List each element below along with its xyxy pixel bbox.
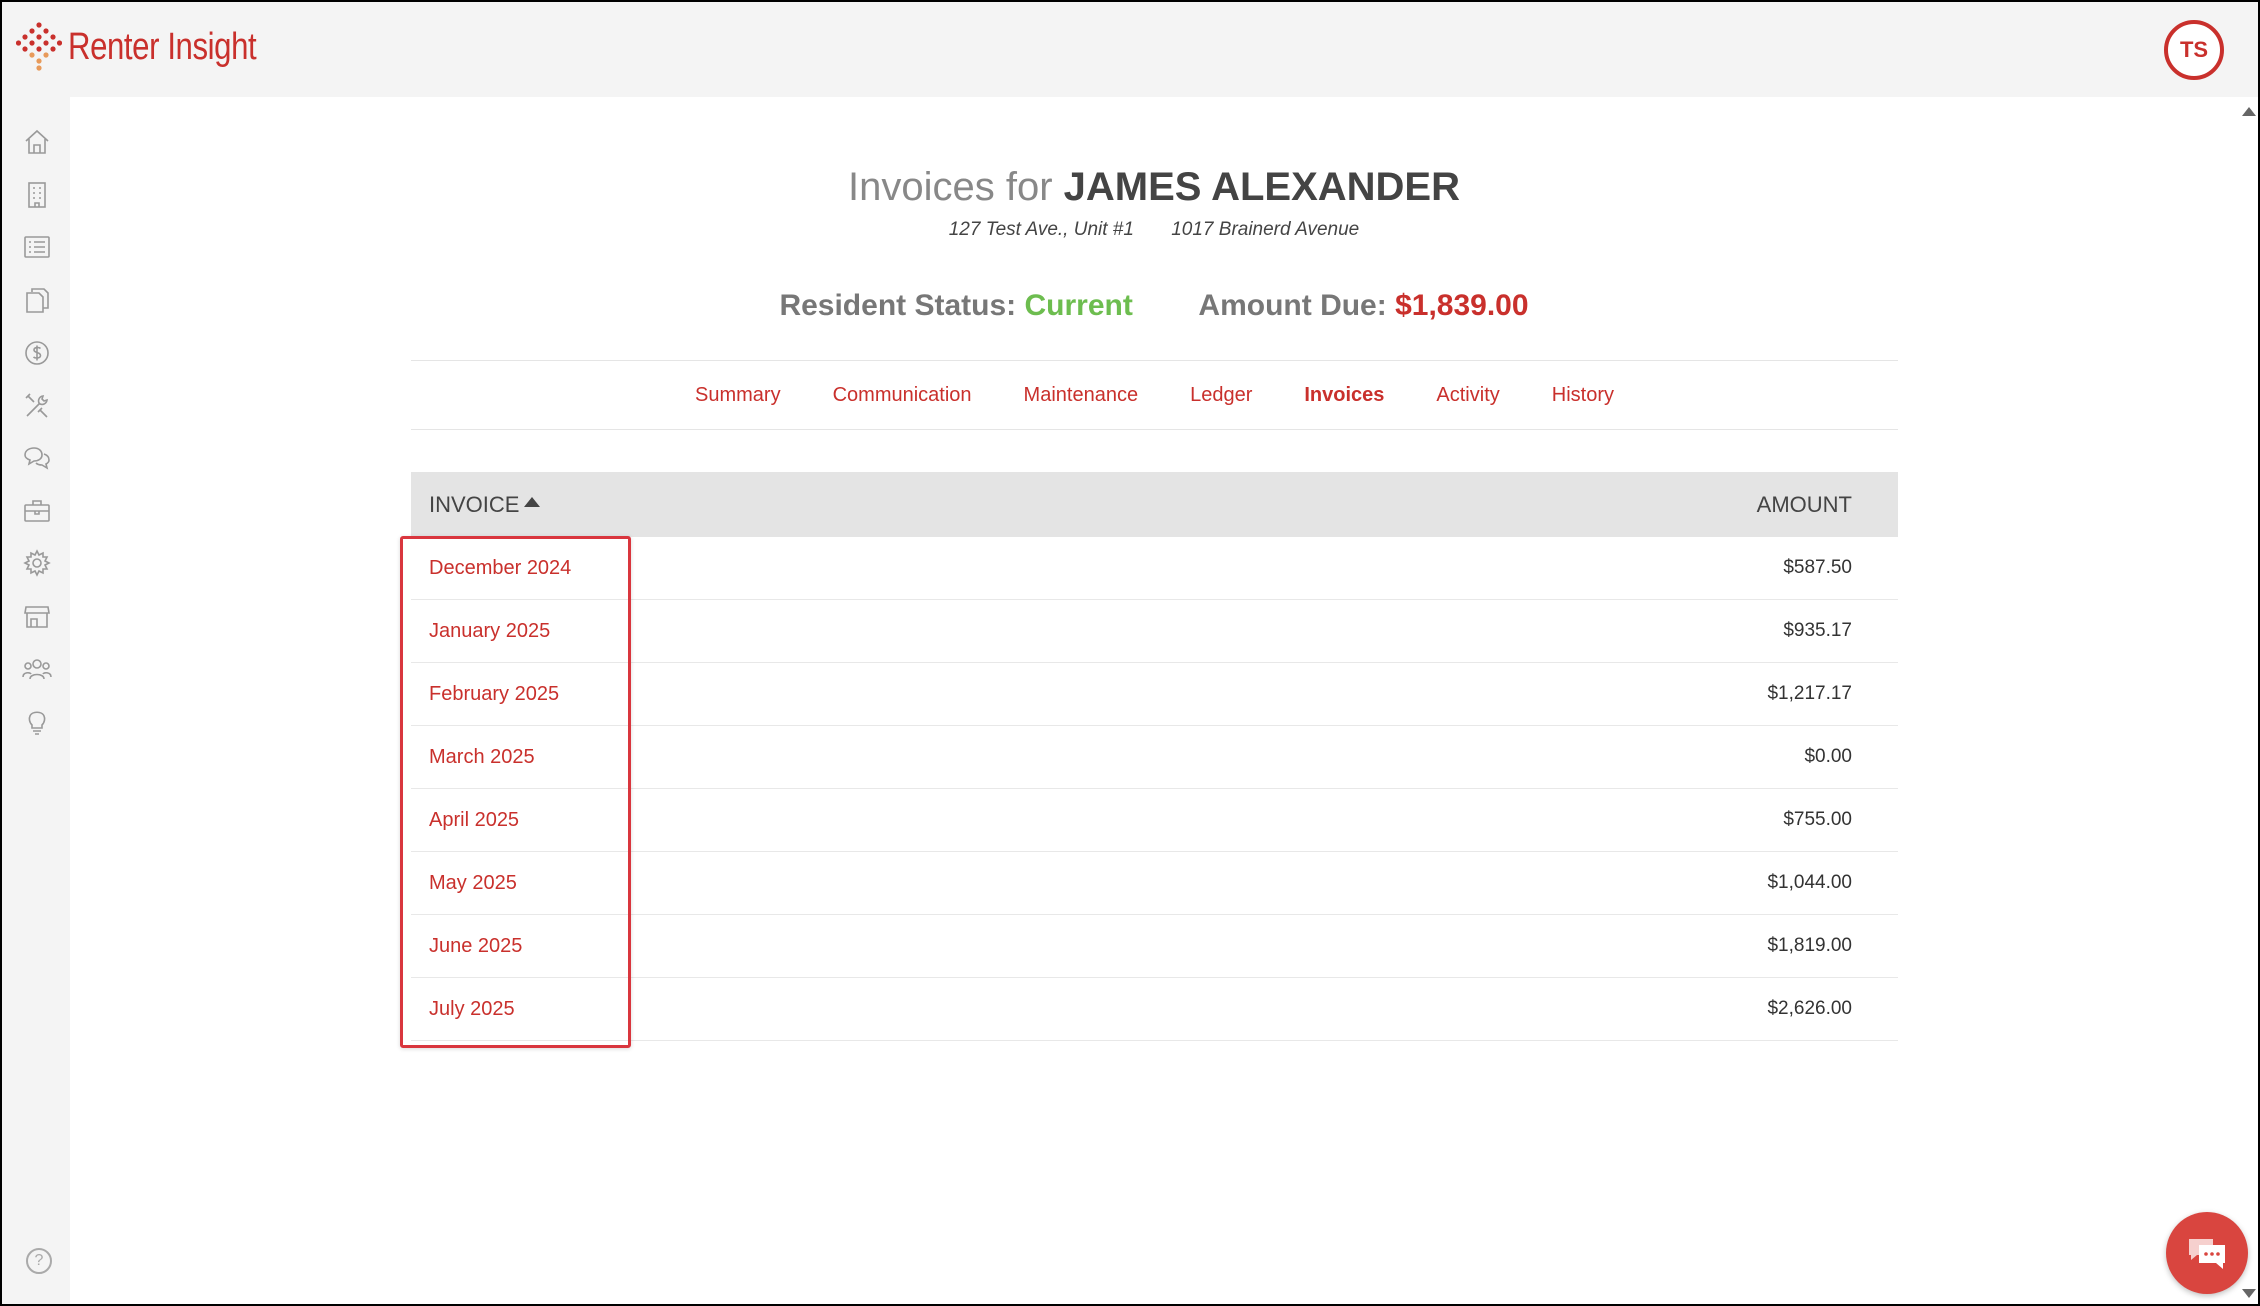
invoice-amount: $755.00 xyxy=(1783,809,1852,830)
lightbulb-icon[interactable] xyxy=(22,706,52,736)
address-line-2: 1017 Brainerd Avenue xyxy=(1171,219,1360,240)
resident-status-line: Resident Status: Current Amount Due: $1,… xyxy=(70,289,2238,323)
status-value: Current xyxy=(1024,289,1133,322)
invoice-amount: $1,044.00 xyxy=(1767,872,1852,893)
invoice-amount: $0.00 xyxy=(1804,746,1852,767)
invoice-amount: $2,626.00 xyxy=(1767,998,1852,1019)
user-avatar[interactable]: TS xyxy=(2164,20,2224,80)
page-title: Invoices for JAMES ALEXANDER xyxy=(70,165,2238,210)
table-row: December 2024 $587.50 xyxy=(411,537,1898,600)
invoice-link[interactable]: February 2025 xyxy=(429,683,559,706)
tab-invoices[interactable]: Invoices xyxy=(1304,384,1384,407)
invoice-column-header[interactable]: INVOICE xyxy=(429,491,541,518)
amount-due-value: $1,839.00 xyxy=(1395,289,1529,322)
sidebar: ? xyxy=(2,97,70,1304)
home-icon[interactable] xyxy=(22,127,52,157)
invoice-link[interactable]: January 2025 xyxy=(429,620,550,643)
tab-maintenance[interactable]: Maintenance xyxy=(1024,384,1139,407)
resident-addresses: 127 Test Ave., Unit #1 1017 Brainerd Ave… xyxy=(70,219,2238,241)
table-row: January 2025 $935.17 xyxy=(411,600,1898,663)
tab-ledger[interactable]: Ledger xyxy=(1190,384,1252,407)
documents-icon[interactable] xyxy=(22,285,52,315)
tab-communication[interactable]: Communication xyxy=(833,384,972,407)
help-icon[interactable]: ? xyxy=(26,1248,52,1274)
sort-asc-icon xyxy=(524,496,541,507)
invoice-link[interactable]: July 2025 xyxy=(429,998,515,1021)
table-row: February 2025 $1,217.17 xyxy=(411,663,1898,726)
tab-summary[interactable]: Summary xyxy=(695,384,781,407)
title-prefix: Invoices for xyxy=(847,165,1053,209)
chat-widget-button[interactable] xyxy=(2166,1212,2248,1294)
app-logo[interactable]: Renter Insight xyxy=(16,20,298,74)
invoice-column-label: INVOICE xyxy=(429,491,520,517)
invoice-amount: $935.17 xyxy=(1783,620,1852,641)
invoice-amount: $587.50 xyxy=(1783,557,1852,578)
building-icon[interactable] xyxy=(22,180,52,210)
people-icon[interactable] xyxy=(22,654,52,684)
invoice-amount: $1,217.17 xyxy=(1767,683,1852,704)
status-label: Resident Status: xyxy=(779,289,1017,322)
invoice-link[interactable]: June 2025 xyxy=(429,935,522,958)
amount-due-label: Amount Due: xyxy=(1198,289,1387,322)
list-icon[interactable] xyxy=(22,232,52,262)
tab-activity[interactable]: Activity xyxy=(1436,384,1499,407)
invoice-link[interactable]: May 2025 xyxy=(429,872,517,895)
store-icon[interactable] xyxy=(22,601,52,631)
amount-column-header[interactable]: AMOUNT xyxy=(1757,492,1852,518)
table-header: INVOICE AMOUNT xyxy=(411,472,1898,537)
invoice-link[interactable]: March 2025 xyxy=(429,746,535,769)
top-bar: Renter Insight TS xyxy=(2,2,2258,97)
logo-mark-icon xyxy=(16,22,62,71)
table-row: April 2025 $755.00 xyxy=(411,789,1898,852)
scroll-down-arrow-icon[interactable] xyxy=(2242,1289,2256,1298)
scroll-up-arrow-icon[interactable] xyxy=(2242,107,2256,116)
tools-icon[interactable] xyxy=(22,391,52,421)
address-line-1: 127 Test Ave., Unit #1 xyxy=(948,219,1134,240)
scrollbar[interactable] xyxy=(2238,97,2258,1304)
briefcase-icon[interactable] xyxy=(22,496,52,526)
chat-bubble-icon xyxy=(2189,1239,2225,1269)
logo-text: Renter Insight xyxy=(68,25,257,68)
chat-icon[interactable] xyxy=(22,443,52,473)
tab-history[interactable]: History xyxy=(1552,384,1614,407)
resident-tabs: Summary Communication Maintenance Ledger… xyxy=(411,360,1898,430)
invoice-link[interactable]: December 2024 xyxy=(429,557,571,580)
gear-icon[interactable] xyxy=(22,548,52,578)
table-row: March 2025 $0.00 xyxy=(411,726,1898,789)
invoices-table: INVOICE AMOUNT December 2024 $587.50 Jan… xyxy=(411,472,1898,1041)
table-row: June 2025 $1,819.00 xyxy=(411,915,1898,978)
table-row: July 2025 $2,626.00 xyxy=(411,978,1898,1041)
invoice-link[interactable]: April 2025 xyxy=(429,809,519,832)
invoice-amount: $1,819.00 xyxy=(1767,935,1852,956)
resident-name: JAMES ALEXANDER xyxy=(1063,165,1460,209)
dollar-icon[interactable] xyxy=(22,338,52,368)
table-row: May 2025 $1,044.00 xyxy=(411,852,1898,915)
